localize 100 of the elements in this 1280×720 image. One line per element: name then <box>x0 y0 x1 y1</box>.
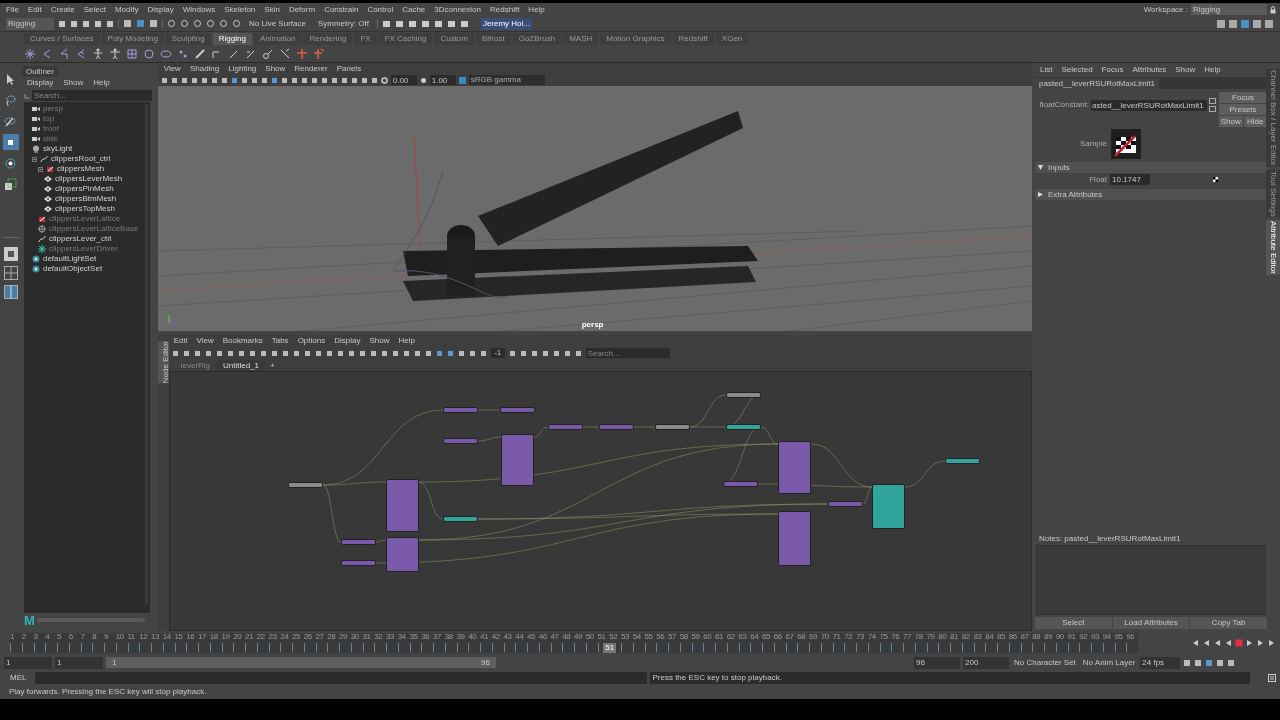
menu-item[interactable]: Show <box>63 78 84 88</box>
section-header[interactable]: Inputs <box>1035 162 1267 173</box>
section-header[interactable]: Extra Attributes <box>1035 189 1267 200</box>
playback-start-field[interactable]: 1 <box>55 656 103 669</box>
node-tab[interactable]: pasted__leverRSURotMaxLimit1 <box>1035 78 1160 89</box>
side-tab[interactable]: Channel Box / Layer Editor <box>1265 69 1280 167</box>
tree-item[interactable]: defaultLightSet <box>42 254 97 264</box>
collapse-icon[interactable] <box>37 166 43 172</box>
tree-item[interactable]: skyLight <box>42 144 73 154</box>
shelf-tab[interactable]: Redshift <box>672 32 714 45</box>
menu-item[interactable]: File <box>6 4 19 15</box>
fps-dropdown[interactable]: 24 fps <box>1140 656 1181 669</box>
live-surface-field[interactable]: No Live Surface <box>245 18 310 29</box>
graph-node[interactable] <box>547 424 583 430</box>
graph-node[interactable] <box>385 537 419 572</box>
shelf-tab[interactable]: MASH <box>563 32 599 45</box>
tree-item[interactable]: side <box>42 134 58 144</box>
editor-tab[interactable]: Untitled_1 <box>217 360 266 371</box>
menu-item[interactable]: Skin <box>264 4 280 15</box>
menu-item[interactable]: Skeleton <box>224 4 256 15</box>
tree-item[interactable]: top <box>42 114 55 124</box>
graph-node[interactable] <box>722 481 758 487</box>
step-forward-icon[interactable] <box>1246 639 1254 647</box>
symmetry-field[interactable]: Symmetry: Off <box>313 18 373 29</box>
lock-icon[interactable] <box>1270 5 1276 14</box>
shelf-tab[interactable]: FX Caching <box>378 32 433 45</box>
command-field[interactable] <box>35 671 648 684</box>
panel-button[interactable]: Presets <box>1219 104 1267 115</box>
menu-item[interactable]: Selected <box>1061 65 1093 75</box>
menu-item[interactable]: Windows <box>182 4 216 15</box>
graph-node[interactable] <box>499 407 535 413</box>
tree-item[interactable]: clippersLeverLattice <box>48 214 121 224</box>
menu-item[interactable]: Focus <box>1101 65 1124 75</box>
tree-item[interactable]: defaultObjectSet <box>42 264 103 274</box>
side-tab[interactable]: Attribute Editor <box>1265 220 1280 276</box>
angle-icon[interactable] <box>58 47 70 60</box>
anim-layer-dropdown[interactable]: No Anim Layer <box>1080 656 1138 669</box>
add-tab-button[interactable]: + <box>266 360 279 371</box>
color-space-dropdown[interactable]: sRGB gamma <box>468 75 545 85</box>
graph-node[interactable] <box>287 482 323 488</box>
graph-node[interactable] <box>777 511 811 566</box>
panel-button[interactable]: Load Attributes <box>1112 617 1190 629</box>
graph-node[interactable] <box>654 424 690 430</box>
panel-button[interactable]: Focus <box>1219 92 1267 103</box>
shelf-tab[interactable]: Poly Modeling <box>101 32 164 45</box>
tree-item[interactable]: clippersLeverDriver <box>48 244 118 254</box>
graph-node[interactable] <box>725 424 761 430</box>
tree-item[interactable]: clippersRoot_ctrl <box>50 154 111 164</box>
gamma-field[interactable]: 1.00 <box>429 75 456 85</box>
search-field[interactable]: Search... <box>31 90 152 101</box>
menu-item[interactable]: Bookmarks <box>222 336 263 346</box>
shelf-tab[interactable]: Rigging <box>212 32 252 45</box>
grid-icon[interactable] <box>126 47 138 60</box>
cross-icon[interactable] <box>313 47 325 60</box>
step-back-icon[interactable] <box>1213 639 1221 647</box>
user-dropdown[interactable]: Jeremy Hol... <box>480 17 532 30</box>
shelf-tab[interactable]: FX <box>354 32 377 45</box>
menu-item[interactable]: 3Dconnexion <box>434 4 481 15</box>
menu-item[interactable]: Help <box>398 336 415 346</box>
step-forward-key-icon[interactable] <box>1257 639 1265 647</box>
menu-item[interactable]: Create <box>50 4 75 15</box>
end-frame-field[interactable]: 200 <box>963 656 1009 669</box>
graph-node[interactable] <box>340 539 376 545</box>
play-backward-icon[interactable] <box>1224 639 1232 647</box>
node-name-field[interactable]: asted__leverRSURotMaxLimit1 <box>1091 99 1207 111</box>
tree-item[interactable]: persp <box>42 104 63 114</box>
menu-item[interactable]: Attributes <box>1132 65 1167 75</box>
menu-item[interactable]: Cache <box>402 4 426 15</box>
menu-item[interactable]: Display <box>147 4 174 15</box>
graph-node[interactable] <box>777 441 811 494</box>
playhead[interactable]: 51 <box>603 643 617 653</box>
shelf-tab[interactable]: XGen <box>715 32 749 45</box>
menu-item[interactable]: View <box>196 336 214 346</box>
graph-node[interactable] <box>442 407 478 413</box>
angle-icon[interactable] <box>41 47 53 60</box>
menu-item[interactable]: Options <box>297 336 326 346</box>
graph-node[interactable] <box>871 484 905 529</box>
two-panel-icon[interactable] <box>3 285 18 299</box>
menu-item[interactable]: Renderer <box>294 63 328 74</box>
script-editor-icon[interactable] <box>1268 673 1276 682</box>
shelf-tab[interactable]: Curves / Surfaces <box>24 32 100 45</box>
panel-button[interactable]: Copy Tab <box>1190 617 1268 629</box>
rotate-tool[interactable] <box>2 155 19 171</box>
menu-item[interactable]: Help <box>528 4 545 15</box>
graph-node[interactable] <box>442 516 478 522</box>
menu-item[interactable]: Tabs <box>271 336 289 346</box>
graph-node[interactable] <box>827 501 863 507</box>
shelf-tab[interactable]: Sculpting <box>165 32 211 45</box>
tree-item[interactable]: clippersBtmMesh <box>54 194 117 204</box>
four-panel-icon[interactable] <box>3 266 18 280</box>
menu-item[interactable]: Panels <box>336 63 362 74</box>
shelf-tab[interactable]: Rendering <box>303 32 353 45</box>
character-set-dropdown[interactable]: No Character Set <box>1012 656 1078 669</box>
playback-end-field[interactable]: 96 <box>914 656 960 669</box>
menu-item[interactable]: Show <box>265 63 286 74</box>
shelf-tab[interactable]: Custom <box>434 32 474 45</box>
menu-item[interactable]: Constrain <box>324 4 359 15</box>
menu-item[interactable]: Select <box>83 4 106 15</box>
shelf-tab[interactable]: Motion Graphics <box>600 32 671 45</box>
menu-item[interactable]: Edit <box>27 4 42 15</box>
